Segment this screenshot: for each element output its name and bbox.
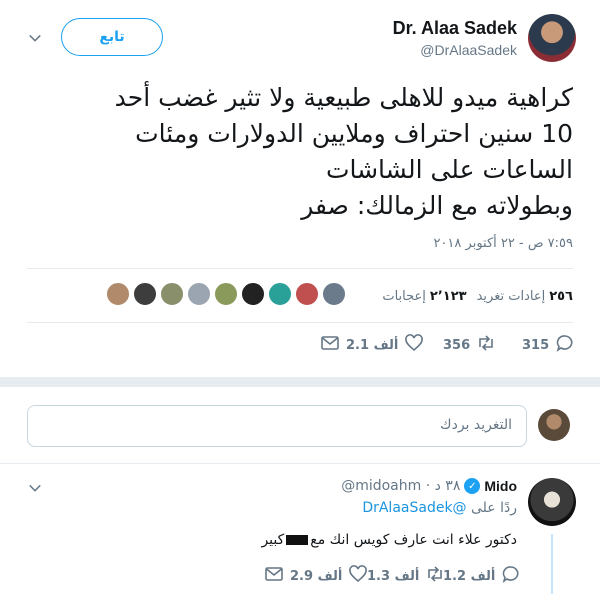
author-name[interactable]: Dr. Alaa Sadek: [393, 18, 517, 39]
reply-retweet-action[interactable]: 1.3 ألف: [367, 564, 445, 588]
divider: [27, 322, 573, 323]
dm-icon[interactable]: [264, 564, 284, 588]
thread-line: [551, 534, 553, 594]
author-handle[interactable]: @DrAlaaSadek: [420, 42, 517, 58]
liker-avatar[interactable]: [268, 282, 292, 306]
reply-reply-action[interactable]: 1.2 ألف: [443, 564, 521, 588]
liker-avatar[interactable]: [187, 282, 211, 306]
reply-input[interactable]: التغريد بردك: [27, 405, 527, 447]
reply-text-part: دكتور علاء انت عارف كويس انك مع: [310, 532, 517, 548]
verified-badge-icon: ✓: [464, 478, 481, 494]
reply-text: دكتور علاء انت عارف كويس انك مع كبير: [261, 532, 517, 548]
liker-avatar[interactable]: [106, 282, 130, 306]
tweet-stats: ٢٥٦ إعادات تغريد ٢٬١٢٣ إعجابات: [382, 284, 573, 308]
reply-icon[interactable]: [501, 564, 521, 588]
reply-author-avatar[interactable]: [528, 478, 576, 526]
replying-to-handle[interactable]: @DrAlaaSadek: [362, 500, 466, 516]
likes-label: إعجابات: [382, 288, 426, 304]
likers-avatars: [106, 282, 346, 306]
liker-avatar[interactable]: [160, 282, 184, 306]
divider: [0, 463, 600, 464]
retweets-action-count: 356: [443, 337, 471, 353]
replying-to: ردًا على @DrAlaaSadek: [362, 500, 517, 516]
redaction-mark: [286, 535, 309, 545]
tweet-text: كراهية ميدو للاهلى طبيعية ولا تثير غضب أ…: [28, 80, 573, 224]
retweet-action[interactable]: 356: [443, 333, 496, 357]
follow-button[interactable]: تابع: [61, 18, 163, 56]
liker-avatar[interactable]: [133, 282, 157, 306]
tweet-text-line: 10 سنين احتراف وملايين الدولارات ومئات: [135, 119, 573, 148]
heart-icon[interactable]: [348, 564, 368, 588]
chevron-down-icon[interactable]: [27, 480, 43, 496]
tweet-text-line: الساعات على الشاشات: [325, 155, 573, 184]
reply-header: Mido ✓ @midoahm · ٣٨ د: [341, 478, 517, 494]
liker-avatar[interactable]: [322, 282, 346, 306]
likes-count: ٢٬١٢٣: [429, 288, 467, 304]
tweet-timestamp[interactable]: ٧:٥٩ ص - ٢٢ أكتوبر ٢٠١٨: [433, 236, 573, 251]
retweets-label: إعادات تغريد: [476, 288, 546, 304]
reply-likes-count: 2.9 ألف: [290, 568, 343, 584]
tweet-text-line: كراهية ميدو للاهلى طبيعية ولا تثير غضب أ…: [114, 83, 573, 112]
heart-icon[interactable]: [404, 333, 424, 357]
section-separator: [0, 377, 600, 387]
liker-avatar[interactable]: [295, 282, 319, 306]
tweet-text-line: وبطولاته مع الزمالك: صفر: [301, 191, 573, 220]
reply-author-meta[interactable]: @midoahm · ٣٨ د: [341, 478, 460, 494]
reply-retweets-count: 1.3 ألف: [367, 568, 420, 584]
retweets-stat[interactable]: ٢٥٦ إعادات تغريد: [477, 289, 573, 304]
like-action[interactable]: 2.1 ألف: [320, 333, 424, 357]
divider: [27, 268, 573, 269]
retweet-icon[interactable]: [476, 333, 496, 357]
author-avatar[interactable]: [528, 14, 576, 62]
reply-action[interactable]: 315: [522, 333, 575, 357]
likes-action-count: 2.1 ألف: [346, 337, 399, 353]
dm-icon[interactable]: [320, 333, 340, 357]
replying-to-label: ردًا على: [471, 500, 517, 516]
replies-action-count: 315: [522, 337, 550, 353]
reply-text-part: كبير: [261, 532, 285, 548]
liker-avatar[interactable]: [241, 282, 265, 306]
reply-icon[interactable]: [555, 333, 575, 357]
reply-author-name[interactable]: Mido: [484, 478, 517, 494]
reply-like-action[interactable]: 2.9 ألف: [264, 564, 368, 588]
chevron-down-icon[interactable]: [27, 30, 43, 46]
reply-replies-count: 1.2 ألف: [443, 568, 496, 584]
liker-avatar[interactable]: [214, 282, 238, 306]
likes-stat[interactable]: ٢٬١٢٣ إعجابات: [382, 289, 466, 304]
retweets-count: ٢٥٦: [549, 288, 573, 304]
current-user-avatar: [538, 409, 570, 441]
